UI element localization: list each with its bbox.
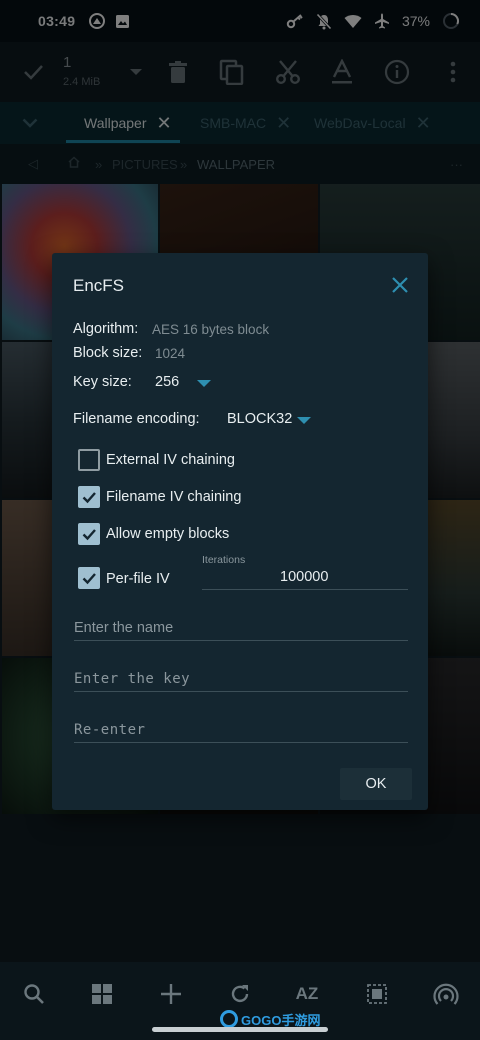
algorithm-label: Algorithm: [73,321,139,337]
block-size-label: Block size: [73,345,143,361]
allow-empty-blocks-label[interactable]: Allow empty blocks [106,526,229,542]
filename-iv-chaining-checkbox[interactable] [78,486,100,508]
name-underline [74,640,408,641]
network-icon[interactable] [432,980,460,1008]
iterations-underline [202,589,408,590]
iterations-label: Iterations [202,554,246,566]
reenter-underline [74,742,408,743]
key-size-label: Key size: [73,374,132,390]
add-icon[interactable] [157,980,185,1008]
reenter-key-input[interactable]: Re-enter [74,722,145,738]
block-size-value: 1024 [155,346,186,361]
filename-encoding-select[interactable]: BLOCK32 [227,411,292,427]
encfs-dialog: EncFS Algorithm: AES 16 bytes block Bloc… [52,253,428,810]
home-indicator[interactable] [152,1027,328,1032]
watermark-text: GOGO手游网 [241,1012,321,1028]
key-size-dropdown-icon[interactable] [197,380,211,387]
sort-button[interactable]: AZ [293,980,321,1008]
watermark-logo-icon [220,1010,238,1028]
key-size-select[interactable]: 256 [155,374,179,390]
filename-iv-chaining-label[interactable]: Filename IV chaining [106,489,241,505]
checkmark-icon [82,492,96,504]
search-icon[interactable] [20,980,48,1008]
key-input[interactable]: Enter the key [74,671,190,687]
checkmark-icon [82,529,96,541]
key-underline [74,691,408,692]
filename-encoding-dropdown-icon[interactable] [297,417,311,424]
ok-button[interactable]: OK [340,768,412,800]
name-input[interactable]: Enter the name [74,620,173,636]
per-file-iv-checkbox[interactable] [78,567,100,589]
allow-empty-blocks-checkbox[interactable] [78,523,100,545]
algorithm-value: AES 16 bytes block [152,322,270,337]
external-iv-chaining-checkbox[interactable] [78,449,100,471]
iterations-input[interactable]: 100000 [280,569,328,585]
close-icon[interactable] [388,273,412,297]
per-file-iv-label[interactable]: Per-file IV [106,571,170,587]
checkmark-icon [82,573,96,585]
select-all-icon[interactable] [363,980,391,1008]
dialog-title: EncFS [73,276,125,295]
external-iv-chaining-label[interactable]: External IV chaining [106,452,235,468]
refresh-icon[interactable] [226,980,254,1008]
filename-encoding-label: Filename encoding: [73,411,200,427]
grid-view-icon[interactable] [88,980,116,1008]
